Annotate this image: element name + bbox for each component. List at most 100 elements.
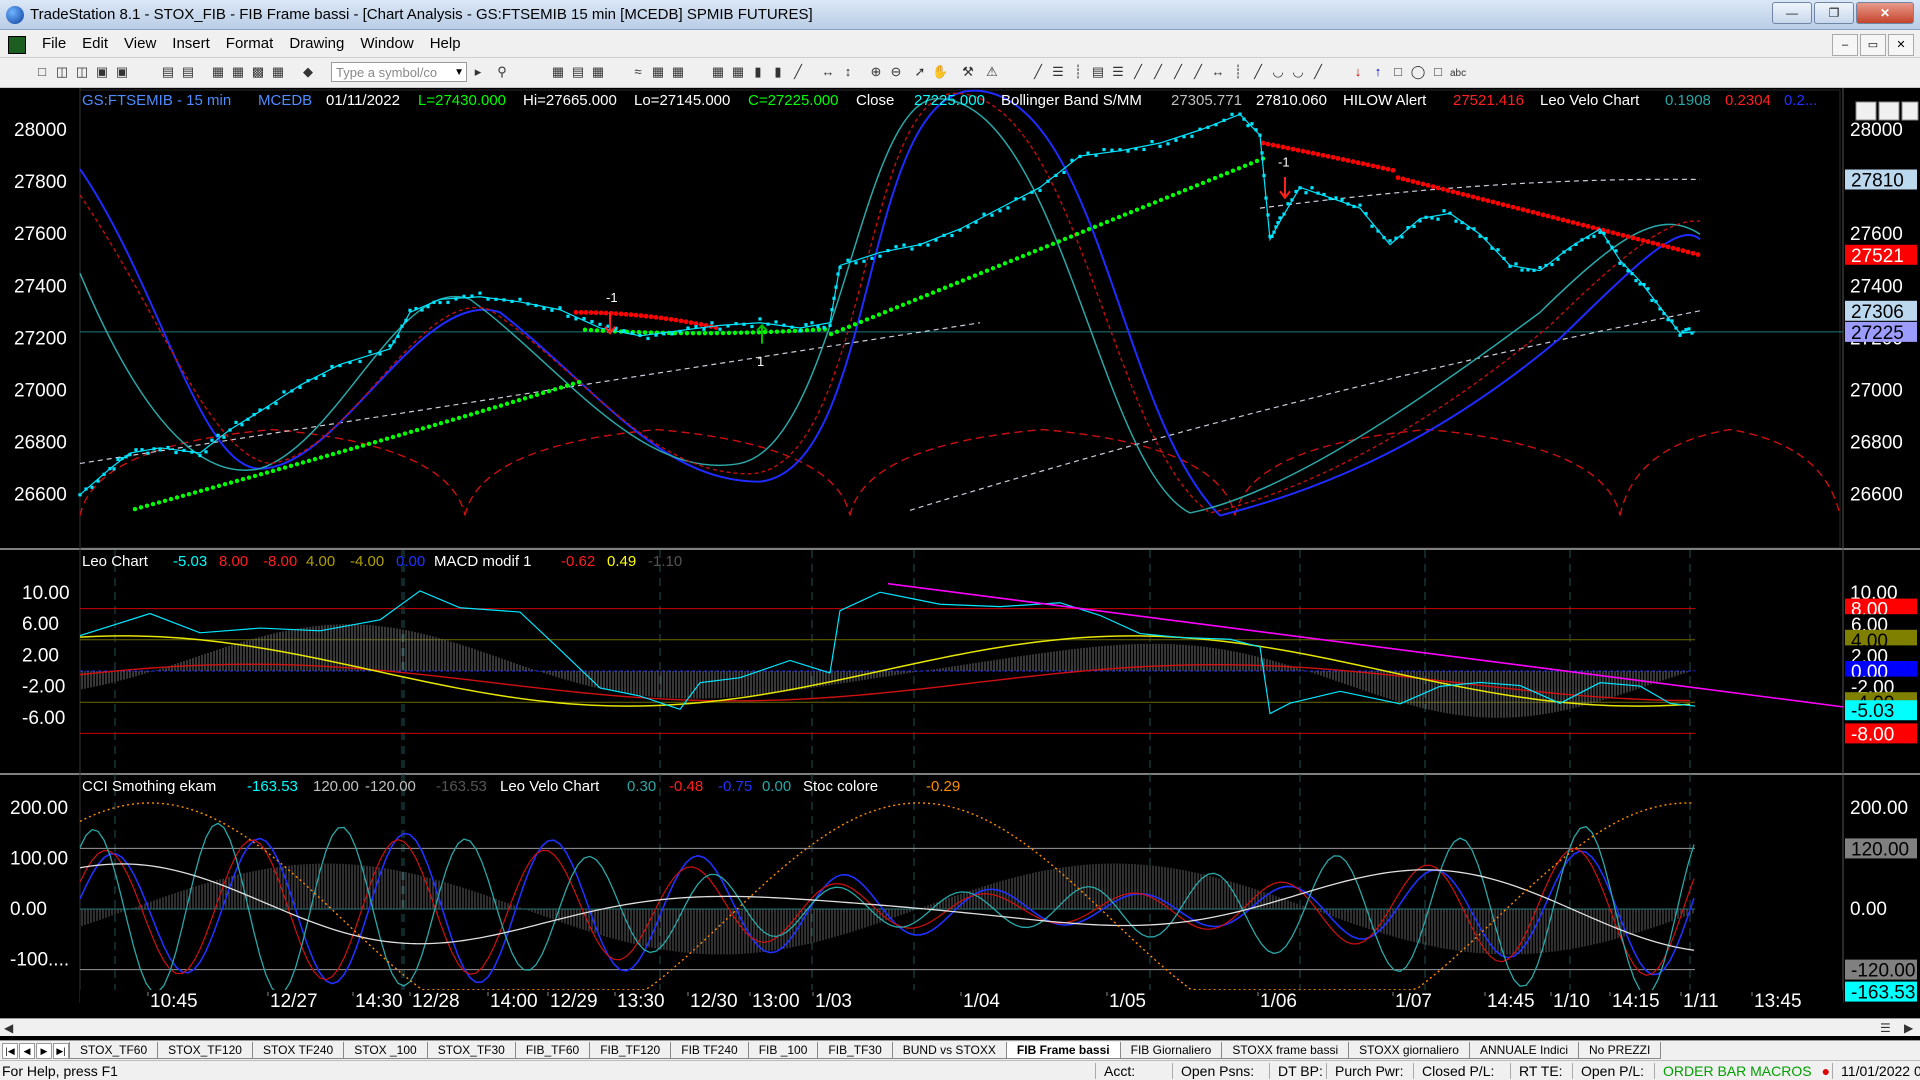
menu-file[interactable]: File: [34, 35, 74, 52]
pointer-icon[interactable]: ➚: [912, 64, 928, 80]
lock-icon[interactable]: ▩: [250, 64, 266, 80]
go-icon[interactable]: ▸: [470, 64, 486, 80]
strategy-icon[interactable]: ▦: [590, 64, 606, 80]
format-symbol-icon[interactable]: ▦: [550, 64, 566, 80]
scroll-icon[interactable]: ≈: [630, 64, 646, 80]
regression-icon[interactable]: ╱: [1250, 64, 1266, 80]
workspace-tab[interactable]: FIB _100: [747, 1042, 819, 1059]
minimize-button[interactable]: —: [1772, 2, 1812, 24]
workspace-tab[interactable]: BUND vs STOXX: [891, 1042, 1007, 1059]
gann-icon[interactable]: ╱: [1130, 64, 1146, 80]
chart-icon[interactable]: ▦: [210, 64, 226, 80]
menu-view[interactable]: View: [116, 35, 164, 52]
freehand-icon[interactable]: ╱: [1310, 64, 1326, 80]
matrix-icon[interactable]: ▦: [270, 64, 286, 80]
menu-window[interactable]: Window: [352, 35, 421, 52]
menu-insert[interactable]: Insert: [164, 35, 218, 52]
print-preview-icon[interactable]: ▤: [160, 64, 176, 80]
trendline-icon[interactable]: ╱: [1030, 64, 1046, 80]
arrow-up-blue-icon[interactable]: ↑: [1370, 64, 1386, 80]
close-button[interactable]: ✕: [1856, 2, 1914, 24]
workspace-tab[interactable]: FIB_TF120: [589, 1042, 672, 1059]
workspace-tab[interactable]: FIB_TF60: [514, 1042, 591, 1059]
scroll-handle-icon[interactable]: ☰: [1880, 1021, 1891, 1035]
bar-chart-icon[interactable]: ▮: [750, 64, 766, 80]
maximize-button[interactable]: ❐: [1814, 2, 1854, 24]
workspace-tab[interactable]: FIB_TF30: [817, 1042, 893, 1059]
open-workspace-icon[interactable]: ◫: [74, 64, 90, 80]
menu-help[interactable]: Help: [422, 35, 469, 52]
first-tab-icon[interactable]: |◀: [2, 1043, 18, 1059]
zoom-in-icon[interactable]: ⊕: [868, 64, 884, 80]
workspace-tab[interactable]: STOXX giornaliero: [1348, 1042, 1470, 1059]
chart-style-icon[interactable]: ▦: [710, 64, 726, 80]
news-icon[interactable]: ◆: [300, 64, 316, 80]
tools-icon[interactable]: ⚒: [960, 64, 976, 80]
menu-edit[interactable]: Edit: [74, 35, 116, 52]
insert-indicator-icon[interactable]: ▤: [570, 64, 586, 80]
vline-icon[interactable]: ┊: [1070, 64, 1086, 80]
mdi-close-button[interactable]: ✕: [1888, 34, 1914, 56]
mdi-restore-button[interactable]: ▭: [1860, 34, 1886, 56]
menu-drawing[interactable]: Drawing: [281, 35, 352, 52]
hline-icon[interactable]: ☰: [1050, 64, 1066, 80]
chart-horizontal-scrollbar[interactable]: ◀ ☰ ▶: [0, 1018, 1920, 1036]
workspace-tab[interactable]: FIB Frame bassi: [1005, 1042, 1121, 1059]
prev-tab-icon[interactable]: ◀: [19, 1043, 35, 1059]
new-icon[interactable]: □: [34, 64, 50, 80]
fib-icon[interactable]: ☰: [1110, 64, 1126, 80]
workspace-tab[interactable]: FIB Giornaliero: [1119, 1042, 1223, 1059]
expand-icon[interactable]: ↕: [840, 64, 856, 80]
square-icon[interactable]: □: [1430, 64, 1446, 80]
bar-icon[interactable]: ▦: [670, 64, 686, 80]
andrews-icon[interactable]: ╱: [1150, 64, 1166, 80]
arc-icon[interactable]: ◡: [1270, 64, 1286, 80]
pane-restore-button[interactable]: [1878, 101, 1900, 121]
pane-close-button[interactable]: [1901, 101, 1919, 121]
workspace-tab[interactable]: STOX TF240: [251, 1042, 345, 1059]
search-icon[interactable]: ⚲: [494, 64, 510, 80]
chart-canvas[interactable]: -11-1 2800028000278002780027600276002740…: [0, 88, 1920, 1018]
workspace-tab[interactable]: STOX_TF120: [157, 1042, 253, 1059]
data-window-icon[interactable]: ▦: [650, 64, 666, 80]
fib-fan-icon[interactable]: ╱: [1190, 64, 1206, 80]
line-chart-icon[interactable]: ╱: [790, 64, 806, 80]
ellipse-icon[interactable]: ◯: [1410, 64, 1426, 80]
arrow-down-red-icon[interactable]: ↓: [1350, 64, 1366, 80]
next-tab-icon[interactable]: ▶: [36, 1043, 52, 1059]
scroll-left-icon[interactable]: ◀: [4, 1021, 13, 1035]
channel-icon[interactable]: ▤: [1090, 64, 1106, 80]
workspace-tab[interactable]: STOX _100: [343, 1042, 428, 1059]
rectangle-icon[interactable]: □: [1390, 64, 1406, 80]
candle-icon[interactable]: ▮: [770, 64, 786, 80]
menu-format[interactable]: Format: [218, 35, 282, 52]
workspace-tab[interactable]: No PREZZI: [1578, 1042, 1662, 1059]
workspace-tab[interactable]: STOX_TF60: [69, 1042, 159, 1059]
save-all-icon[interactable]: ▣: [114, 64, 130, 80]
tick-icon[interactable]: ▦: [730, 64, 746, 80]
hand-icon[interactable]: ✋: [932, 64, 948, 80]
pane-minimize-button[interactable]: [1855, 101, 1877, 121]
text-tool-icon[interactable]: abc: [1450, 64, 1466, 80]
print-icon[interactable]: ▤: [180, 64, 196, 80]
save-icon[interactable]: ▣: [94, 64, 110, 80]
speedline-icon[interactable]: ╱: [1170, 64, 1186, 80]
scroll-right-icon[interactable]: ▶: [1904, 1021, 1913, 1035]
symbol-dropdown-icon[interactable]: ▼: [454, 63, 464, 83]
open-icon[interactable]: ◫: [54, 64, 70, 80]
arrow-lr-icon[interactable]: ↔: [1210, 64, 1226, 80]
workspace-tab[interactable]: STOX_TF30: [426, 1042, 516, 1059]
status-order-bar-macros[interactable]: ORDER BAR MACROS: [1654, 1063, 1820, 1079]
fib-time-icon[interactable]: ┊: [1230, 64, 1246, 80]
compress-icon[interactable]: ↔: [820, 64, 836, 80]
last-tab-icon[interactable]: ▶|: [53, 1043, 69, 1059]
fib-arc-icon[interactable]: ◡: [1290, 64, 1306, 80]
symbol-input[interactable]: Type a symbol/co ▼: [331, 62, 467, 82]
workspace-tab[interactable]: ANNUALE Indici: [1468, 1042, 1579, 1059]
alert-icon[interactable]: ⚠: [984, 64, 1000, 80]
mdi-minimize-button[interactable]: –: [1832, 34, 1858, 56]
workspace-tab[interactable]: STOXX frame bassi: [1221, 1042, 1350, 1059]
workspace-tab[interactable]: FIB TF240: [670, 1042, 749, 1059]
chart-window-icon[interactable]: [8, 36, 26, 54]
zoom-out-icon[interactable]: ⊖: [888, 64, 904, 80]
